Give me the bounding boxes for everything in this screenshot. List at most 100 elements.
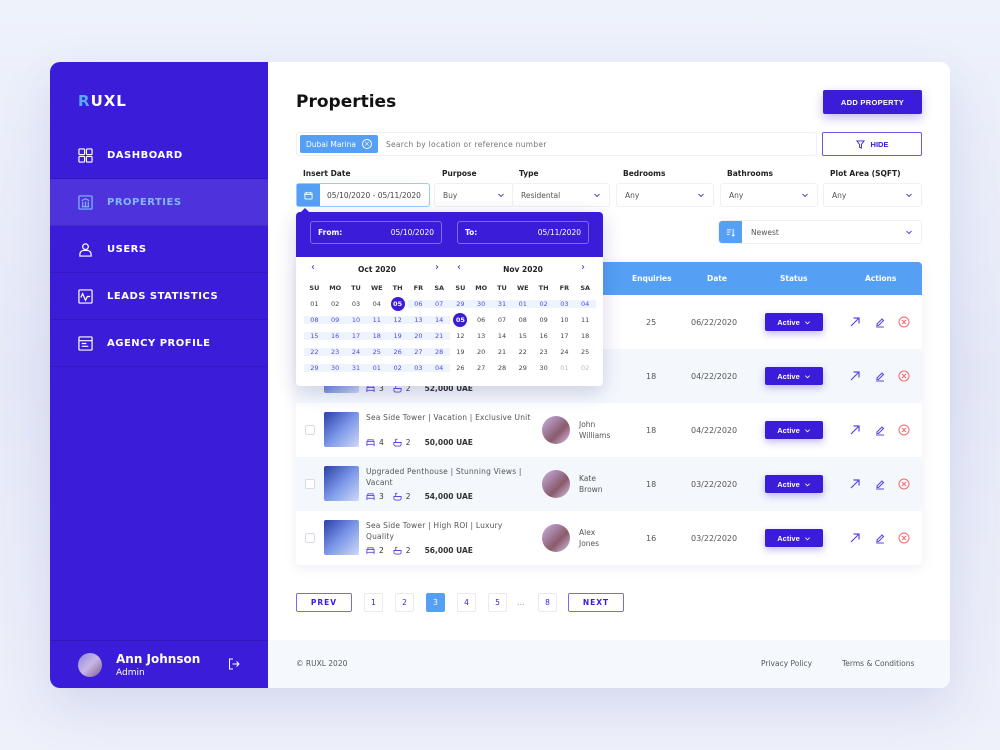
calendar-day[interactable]: 03 <box>346 300 367 308</box>
calendar-day[interactable]: 20 <box>471 348 492 356</box>
calendar-day[interactable]: 10 <box>554 316 575 324</box>
calendar-day[interactable]: 25 <box>366 348 388 356</box>
status-dropdown[interactable]: Active <box>765 421 823 439</box>
row-checkbox[interactable] <box>305 425 315 435</box>
purpose-select[interactable]: Buy <box>434 183 514 207</box>
delete-icon[interactable] <box>898 478 910 490</box>
page-3-current[interactable]: 3 <box>426 593 445 612</box>
calendar-day[interactable]: 14 <box>428 316 450 324</box>
calendar-day[interactable]: 18 <box>575 332 596 340</box>
privacy-policy-link[interactable]: Privacy Policy <box>761 659 812 668</box>
calendar-day[interactable]: 03 <box>553 300 575 308</box>
calendar-day[interactable]: 17 <box>345 332 367 340</box>
calendar-day[interactable]: 23 <box>533 348 554 356</box>
calendar-day[interactable]: 17 <box>554 332 575 340</box>
calendar-day[interactable]: 24 <box>554 348 575 356</box>
search-bar[interactable]: Dubai Marina × <box>296 132 817 156</box>
calendar-day[interactable]: 03 <box>407 364 429 372</box>
hide-filters-button[interactable]: HIDE <box>822 132 922 156</box>
property-title[interactable]: Upgraded Penthouse | Stunning Views | Va… <box>366 466 531 488</box>
status-dropdown[interactable]: Active <box>765 529 823 547</box>
calendar-day[interactable]: 08 <box>304 316 325 324</box>
calendar-day[interactable]: 22 <box>304 348 325 356</box>
calendar-day[interactable]: 16 <box>324 332 346 340</box>
calendar-day[interactable]: 29 <box>512 364 533 372</box>
edit-icon[interactable] <box>874 370 886 382</box>
next-button[interactable]: NEXT <box>568 593 624 612</box>
page-5[interactable]: 5 <box>488 593 507 612</box>
calendar-day[interactable]: 01 <box>304 300 325 308</box>
selected-day[interactable]: 05 <box>390 297 405 311</box>
selected-day[interactable]: 05 <box>453 313 468 327</box>
calendar-day[interactable]: 20 <box>407 332 429 340</box>
delete-icon[interactable] <box>898 424 910 436</box>
edit-icon[interactable] <box>874 316 886 328</box>
next-month-icon[interactable]: › <box>435 262 439 273</box>
calendar-day[interactable]: 08 <box>512 316 533 324</box>
open-icon[interactable] <box>849 370 861 382</box>
search-input[interactable] <box>385 139 816 149</box>
calendar-day[interactable]: 15 <box>512 332 533 340</box>
calendar-day[interactable]: 01 <box>366 364 388 372</box>
open-icon[interactable] <box>849 424 861 436</box>
calendar-day[interactable]: 12 <box>387 316 408 324</box>
property-title[interactable]: Sea Side Tower | High ROI | Luxury Quali… <box>366 520 531 542</box>
status-dropdown[interactable]: Active <box>765 475 823 493</box>
calendar-day[interactable]: 04 <box>574 300 596 308</box>
table-row[interactable]: Sea Side Tower | High ROI | Luxury Quali… <box>296 511 922 565</box>
calendar-day[interactable]: 30 <box>533 364 554 372</box>
insert-date-input[interactable]: 05/10/2020 - 05/11/2020 <box>296 183 430 207</box>
page-8[interactable]: 8 <box>538 593 557 612</box>
calendar-day[interactable]: 02 <box>575 364 596 372</box>
calendar-day[interactable]: 30 <box>470 300 492 308</box>
calendar-day[interactable]: 15 <box>304 332 325 340</box>
row-checkbox[interactable] <box>305 479 315 489</box>
sidebar-item-agency-profile[interactable]: AGENCY PROFILE <box>50 320 268 367</box>
row-checkbox[interactable] <box>305 533 315 543</box>
table-row[interactable]: Sea Side Tower | Vacation | Exclusive Un… <box>296 403 922 457</box>
calendar-day[interactable]: 01 <box>512 300 534 308</box>
calendar-day[interactable]: 05 <box>450 313 471 327</box>
calendar-day[interactable]: 25 <box>575 348 596 356</box>
calendar-day[interactable]: 16 <box>533 332 554 340</box>
calendar-day[interactable]: 28 <box>492 364 513 372</box>
calendar-day[interactable]: 12 <box>450 332 471 340</box>
table-row[interactable]: Upgraded Penthouse | Stunning Views | Va… <box>296 457 922 511</box>
calendar-day[interactable]: 27 <box>471 364 492 372</box>
calendar-day[interactable]: 24 <box>345 348 367 356</box>
calendar-day[interactable]: 14 <box>492 332 513 340</box>
chip-close-icon[interactable]: × <box>361 139 372 149</box>
logout-icon[interactable] <box>228 658 240 670</box>
property-thumbnail[interactable] <box>324 412 359 447</box>
delete-icon[interactable] <box>898 532 910 544</box>
page-2[interactable]: 2 <box>395 593 414 612</box>
sidebar-item-dashboard[interactable]: DASHBOARD <box>50 132 268 179</box>
edit-icon[interactable] <box>874 478 886 490</box>
calendar-day[interactable]: 07 <box>428 300 450 308</box>
delete-icon[interactable] <box>898 370 910 382</box>
calendar-day[interactable]: 29 <box>304 364 325 372</box>
page-4[interactable]: 4 <box>457 593 476 612</box>
sidebar-item-users[interactable]: USERS <box>50 226 268 273</box>
calendar-day[interactable]: 10 <box>345 316 367 324</box>
terms-link[interactable]: Terms & Conditions <box>842 659 914 668</box>
open-icon[interactable] <box>849 532 861 544</box>
calendar-day[interactable]: 19 <box>450 348 471 356</box>
sort-select[interactable]: Newest <box>718 220 922 244</box>
open-icon[interactable] <box>849 316 861 328</box>
property-title[interactable]: Sea Side Tower | Vacation | Exclusive Un… <box>366 412 531 423</box>
calendar-day[interactable]: 05 <box>387 297 408 311</box>
calendar-day[interactable]: 26 <box>387 348 408 356</box>
bathrooms-select[interactable]: Any <box>720 183 818 207</box>
calendar-day[interactable]: 21 <box>428 332 450 340</box>
page-1[interactable]: 1 <box>364 593 383 612</box>
plot-area-select[interactable]: Any <box>823 183 922 207</box>
calendar-day[interactable]: 11 <box>575 316 596 324</box>
calendar-day[interactable]: 04 <box>366 300 387 308</box>
calendar-day[interactable]: 13 <box>407 316 429 324</box>
calendar-day[interactable]: 13 <box>471 332 492 340</box>
status-dropdown[interactable]: Active <box>765 313 823 331</box>
calendar-day[interactable]: 02 <box>387 364 408 372</box>
calendar-day[interactable]: 07 <box>492 316 513 324</box>
calendar-day[interactable]: 06 <box>471 316 492 324</box>
